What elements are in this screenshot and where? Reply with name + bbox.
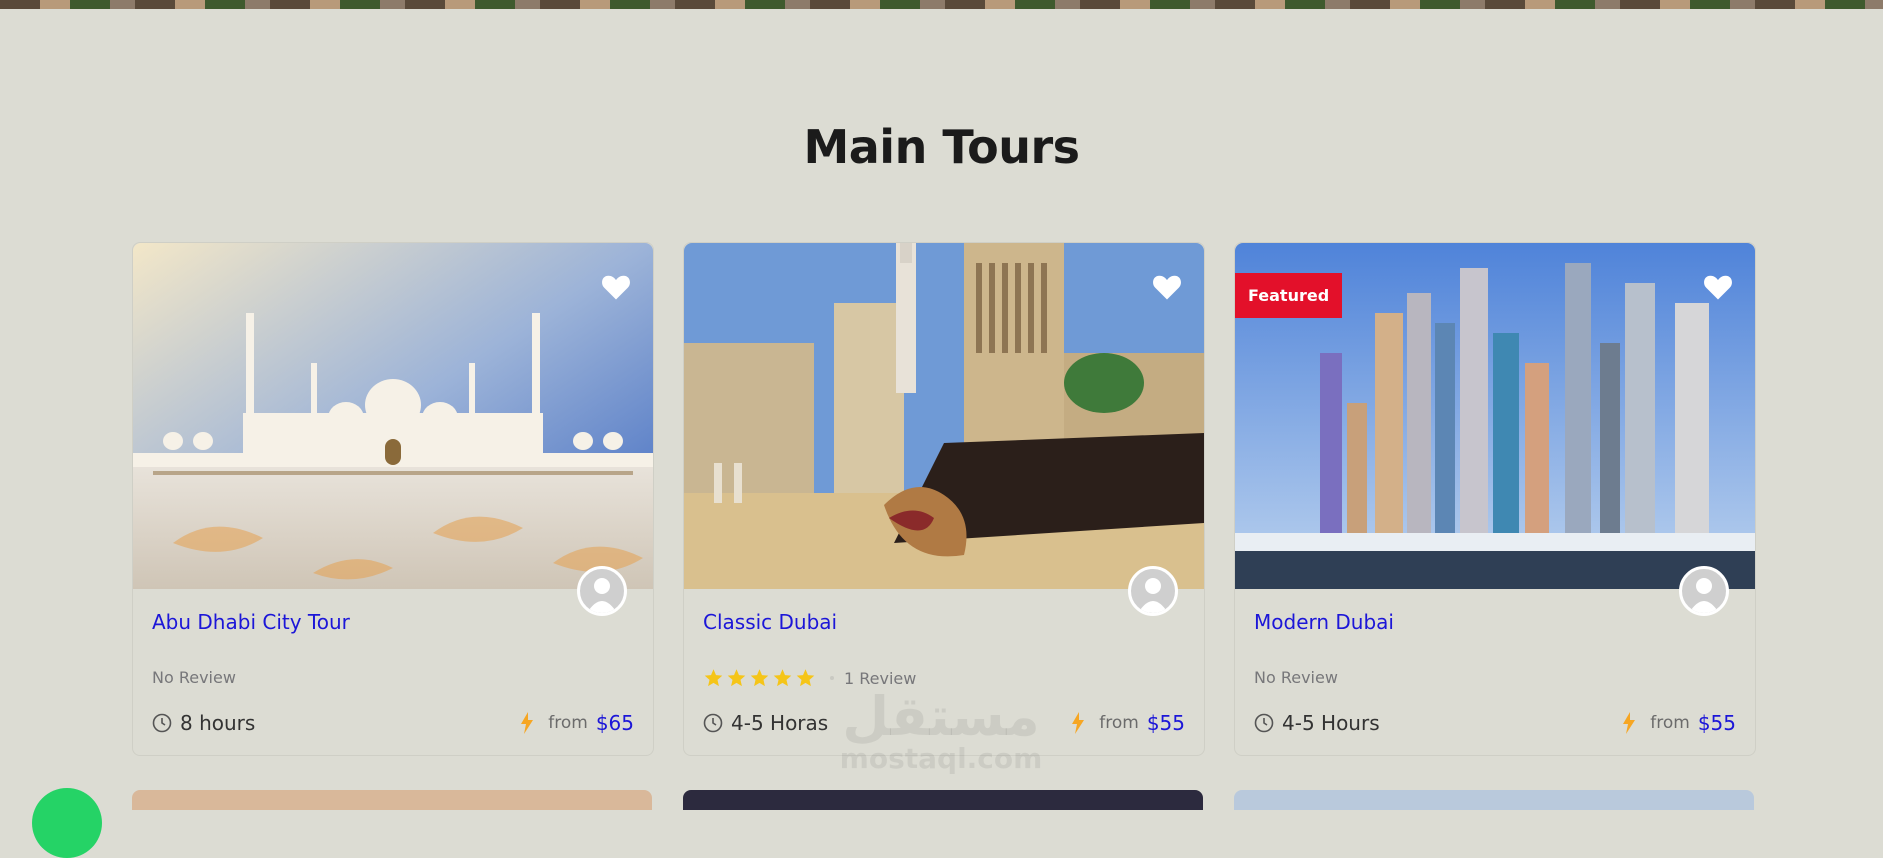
price-info: from $65 — [520, 711, 634, 735]
price-info: from $55 — [1622, 711, 1736, 735]
watermark-arabic: مستقل — [842, 685, 1040, 748]
watermark-latin: mostaql.com — [839, 742, 1043, 775]
duration-text: 8 hours — [180, 711, 256, 735]
lightning-bolt-icon — [1072, 712, 1085, 734]
tour-image-heritage[interactable] — [684, 243, 1204, 589]
featured-badge: Featured — [1235, 273, 1343, 318]
tour-card-next-row[interactable] — [132, 790, 652, 810]
heart-icon[interactable] — [1152, 273, 1182, 301]
review-info: No Review — [1254, 668, 1338, 687]
tour-card[interactable]: Abu Dhabi City Tour No Review 8 hours fr… — [132, 242, 654, 756]
star-icon — [704, 669, 723, 687]
whatsapp-chat-button[interactable] — [32, 788, 102, 858]
hero-image-bottom-edge — [0, 0, 1883, 9]
tour-card-next-row[interactable] — [1234, 790, 1754, 810]
tour-duration: 8 hours — [152, 711, 255, 735]
price-info: from $55 — [1071, 711, 1185, 735]
duration-text: 4-5 Horas — [731, 711, 829, 735]
clock-icon — [703, 713, 723, 733]
user-avatar-icon[interactable] — [1128, 566, 1178, 616]
section-title: Main Tours — [803, 120, 1080, 174]
lightning-bolt-icon — [1623, 712, 1636, 734]
tour-card-next-row[interactable] — [683, 790, 1203, 810]
star-icon — [727, 669, 746, 687]
tour-card[interactable]: Classic Dubai 1 Review 4-5 Horas from $5… — [683, 242, 1205, 756]
from-label: from — [1650, 713, 1690, 733]
review-text: No Review — [1254, 668, 1338, 687]
watermark: مستقل mostaql.com — [836, 690, 1046, 774]
heart-icon[interactable] — [601, 273, 631, 301]
tour-title-link[interactable]: Abu Dhabi City Tour — [152, 610, 350, 634]
price: $65 — [595, 711, 634, 735]
separator-dot — [830, 676, 834, 680]
from-label: from — [548, 713, 588, 733]
price: $55 — [1146, 711, 1185, 735]
tour-duration: 4-5 Hours — [1254, 711, 1380, 735]
star-icon — [796, 669, 815, 687]
tour-title-link[interactable]: Classic Dubai — [703, 610, 837, 634]
star-icon — [750, 669, 769, 687]
tour-title-link[interactable]: Modern Dubai — [1254, 610, 1394, 634]
from-label: from — [1099, 713, 1139, 733]
review-text: No Review — [152, 668, 236, 687]
user-avatar-icon[interactable] — [1679, 566, 1729, 616]
star-rating — [703, 668, 816, 688]
star-icon — [773, 669, 792, 687]
tour-image-mosque[interactable] — [133, 243, 653, 589]
duration-text: 4-5 Hours — [1282, 711, 1380, 735]
heart-icon[interactable] — [1703, 273, 1733, 301]
review-info: No Review — [152, 668, 236, 687]
lightning-bolt-icon — [521, 712, 534, 734]
user-avatar-icon[interactable] — [577, 566, 627, 616]
price: $55 — [1697, 711, 1736, 735]
tour-duration: 4-5 Horas — [703, 711, 828, 735]
tour-card[interactable]: Featured Modern Dubai No Review 4-5 Hour… — [1234, 242, 1756, 756]
clock-icon — [1254, 713, 1274, 733]
clock-icon — [152, 713, 172, 733]
